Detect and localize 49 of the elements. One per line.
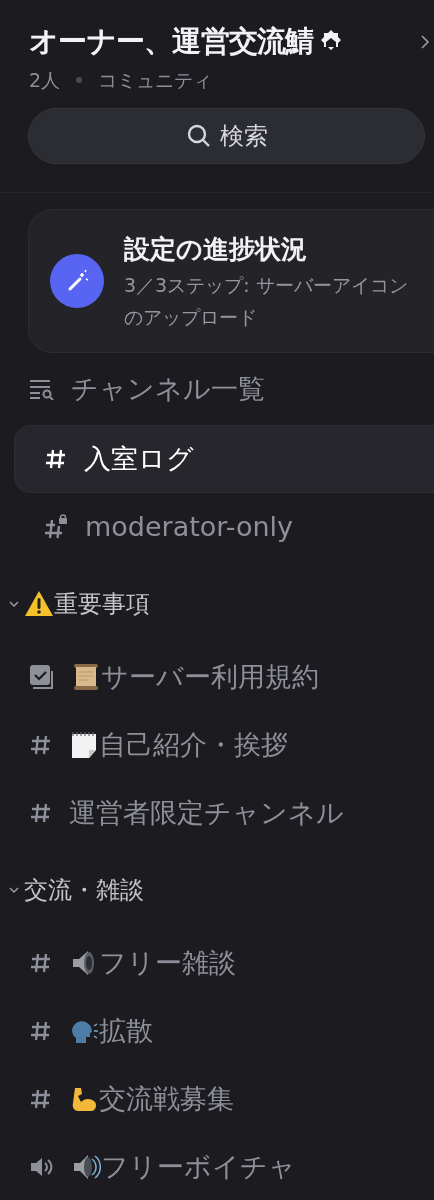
channel-name: moderator-only <box>85 509 294 544</box>
chevron-icon <box>8 598 20 610</box>
channel-item[interactable]: フリー雑談 <box>0 929 434 997</box>
channel-list-link[interactable]: チャンネル一覧 <box>0 353 434 425</box>
channel-item[interactable]: moderator-only <box>14 493 434 561</box>
category-name: 重要事項 <box>54 589 150 620</box>
channel-name: 自己紹介・挨拶 <box>99 727 288 762</box>
hash-icon <box>29 1087 53 1111</box>
channel-name: 入室ログ <box>84 441 194 476</box>
hash-icon <box>44 447 68 471</box>
checked-box-icon <box>29 664 55 690</box>
scroll-icon <box>71 662 101 692</box>
setup-detail: 3／3ステップ: サーバーアイコンのアップロード <box>124 272 409 330</box>
channel-name: 交流戦募集 <box>99 1081 234 1116</box>
hash-icon <box>29 801 53 825</box>
category-header[interactable]: 交流・雑談 <box>0 851 434 929</box>
channel-item[interactable]: 交流戦募集 <box>0 1065 434 1133</box>
channel-name: フリーボイチャ <box>101 1149 296 1184</box>
channel-item[interactable]: フリーボイチャ <box>0 1133 434 1200</box>
server-name: オーナー、運営交流鯖 <box>29 23 314 60</box>
magic-wand-icon <box>50 254 104 308</box>
channel-item[interactable]: 拡散 <box>0 997 434 1065</box>
notepad-icon <box>69 730 99 760</box>
category-header[interactable]: 重要事項 <box>0 565 434 643</box>
channel-item[interactable]: 入室ログ <box>14 425 434 493</box>
search-icon <box>185 123 212 149</box>
list-search-icon <box>29 378 55 400</box>
warning-icon <box>24 589 54 619</box>
channel-item[interactable]: 運営者限定チャンネル <box>0 779 434 847</box>
channel-name: 運営者限定チャンネル <box>69 795 344 830</box>
category-name: 交流・雑談 <box>24 875 144 906</box>
server-type: コミュニティ <box>98 67 213 93</box>
channel-name: 拡散 <box>99 1013 153 1048</box>
hash-icon <box>29 1019 53 1043</box>
search-button[interactable]: 検索 <box>28 108 425 164</box>
channel-item[interactable]: 自己紹介・挨拶 <box>0 711 434 779</box>
hash-icon <box>29 951 53 975</box>
channel-name: サーバー利用規約 <box>101 659 319 694</box>
member-count: 2人 <box>29 67 61 93</box>
locked-hash-icon <box>43 514 69 540</box>
dot-separator <box>76 76 83 83</box>
chevron-right-icon[interactable] <box>420 33 430 50</box>
setup-progress-card[interactable]: 設定の進捗状況 3／3ステップ: サーバーアイコンのアップロード <box>28 209 434 353</box>
setup-title: 設定の進捗状況 <box>124 232 308 266</box>
chevron-icon <box>8 884 20 896</box>
hash-icon <box>29 733 53 757</box>
channel-item[interactable]: サーバー利用規約 <box>0 643 434 711</box>
channel-name: フリー雑談 <box>99 945 236 980</box>
speaker-icon <box>71 1152 101 1182</box>
